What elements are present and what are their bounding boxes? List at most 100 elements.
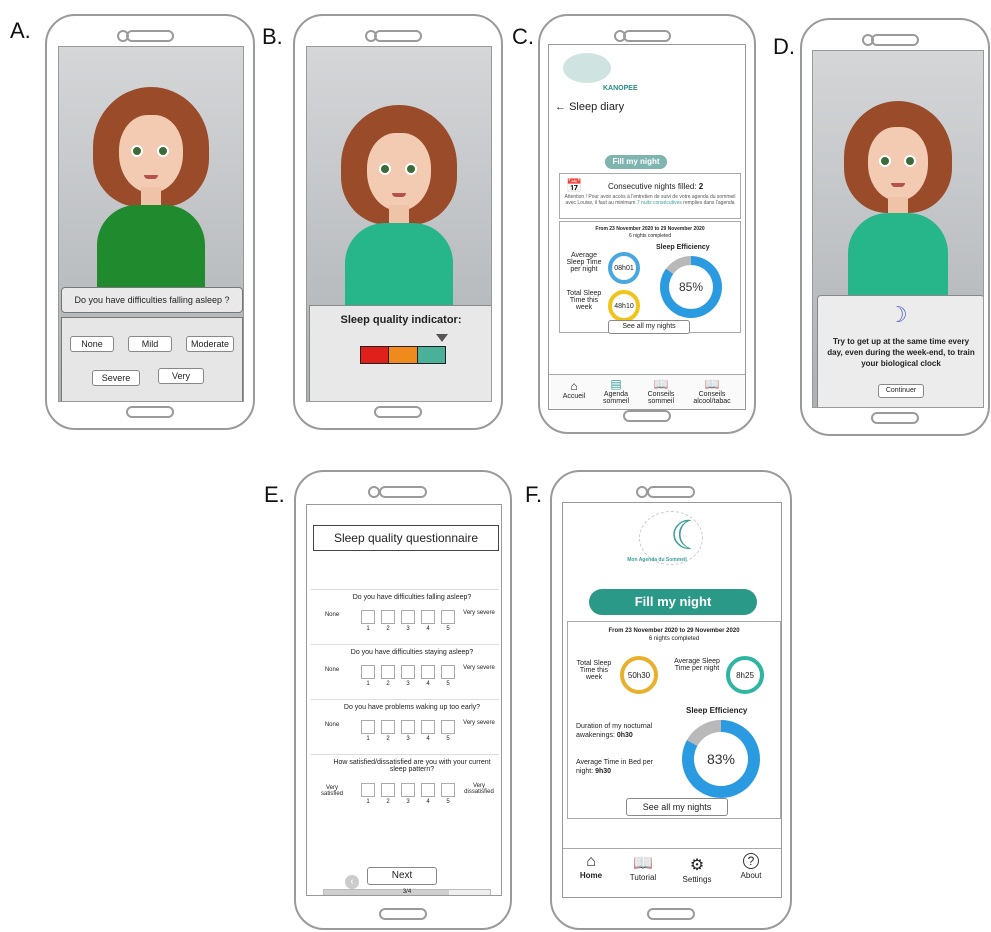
scale-number: 2 xyxy=(386,799,390,805)
screen-f: ☾ Mon Agenda du Sommeil Fill my night Fr… xyxy=(562,502,782,898)
scale-option-box[interactable] xyxy=(401,783,415,797)
book-icon: 📖 xyxy=(653,377,669,391)
option-none-button[interactable]: None xyxy=(70,336,114,352)
see-all-nights-button[interactable]: See all my nights xyxy=(608,320,690,334)
indicator-title: Sleep quality indicator: xyxy=(340,314,462,326)
scale-option-box[interactable] xyxy=(441,665,455,679)
panel-label-f: F. xyxy=(525,482,543,507)
time-in-bed-text: Average Time in Bed per night: 9h30 xyxy=(576,759,653,775)
nav-agenda[interactable]: ▤ Agenda sommeil xyxy=(597,377,635,405)
calendar-icon: ▤ xyxy=(610,377,622,391)
scale-number: 5 xyxy=(446,736,450,742)
avg-label: Average Sleep Time per night xyxy=(674,658,720,672)
scale-option-box[interactable] xyxy=(361,610,375,624)
fill-night-button[interactable]: Fill my night xyxy=(605,155,667,169)
question-block: Do you have difficulties falling asleep?… xyxy=(311,589,499,644)
scale-right-label: Very dissatisfied xyxy=(464,783,494,795)
answer-area: None Mild Moderate Severe Very xyxy=(61,317,243,401)
phone-d: ☽ Try to get up at the same time every d… xyxy=(800,18,990,436)
question-block: Do you have problems waking up too early… xyxy=(311,699,499,754)
kanopee-logo xyxy=(563,53,611,83)
scale-option-box[interactable] xyxy=(441,783,455,797)
back-arrow-icon[interactable]: ← xyxy=(555,101,566,113)
scale-number: 2 xyxy=(386,736,390,742)
question-block: How satisfied/dissatisfied are you with … xyxy=(311,754,499,817)
efficiency-ring: 83% xyxy=(682,720,760,798)
fill-night-button[interactable]: Fill my night xyxy=(589,589,757,615)
total-label: Total Sleep Time this week xyxy=(576,660,612,681)
option-very-button[interactable]: Very xyxy=(158,368,204,384)
date-range: From 23 November 2020 to 29 November 202… xyxy=(595,226,705,232)
option-moderate-button[interactable]: Moderate xyxy=(186,336,234,352)
question-text: Do you have difficulties falling asleep? xyxy=(352,594,472,601)
screen-e: Sleep quality questionnaire Do you have … xyxy=(306,504,502,896)
attention-note: Attention ! Pour avoir accès à l'entreti… xyxy=(564,194,736,206)
question-text: How satisfied/dissatisfied are you with … xyxy=(333,759,491,773)
scale-option-box[interactable] xyxy=(441,720,455,734)
book-icon: 📖 xyxy=(704,377,720,391)
nav-conseils-sommeil[interactable]: 📖 Conseils sommeil xyxy=(641,377,681,405)
nav-settings[interactable]: ⚙ Settings xyxy=(675,855,719,884)
scale-option-box[interactable] xyxy=(381,720,395,734)
indicator-segment xyxy=(361,347,389,363)
panel-label-d: D. xyxy=(773,34,795,59)
nav-conseils-alcool[interactable]: 📖 Conseils alcool/tabac xyxy=(687,377,737,405)
next-button[interactable]: Next xyxy=(367,867,437,885)
phone-c: KANOPEE ← Sleep diary Fill my night 📅 Co… xyxy=(538,14,756,434)
scale-option-box[interactable] xyxy=(381,783,395,797)
question-text: Do you have problems waking up too early… xyxy=(343,704,481,711)
scale-left-label: Very satisfied xyxy=(320,785,343,797)
scale-option-box[interactable] xyxy=(441,610,455,624)
previous-arrow-icon[interactable]: ‹ xyxy=(345,875,359,889)
phone-a: Do you have difficulties falling asleep … xyxy=(45,14,255,430)
screen-a: Do you have difficulties falling asleep … xyxy=(58,46,244,402)
scale-option-box[interactable] xyxy=(401,665,415,679)
scale-option-box[interactable] xyxy=(361,665,375,679)
scale-number: 4 xyxy=(426,681,430,687)
scale-number: 3 xyxy=(406,736,410,742)
see-all-nights-button[interactable]: See all my nights xyxy=(626,798,728,816)
avg-label: Average Sleep Time per night xyxy=(566,252,602,273)
scale-option-box[interactable] xyxy=(421,783,435,797)
option-mild-button[interactable]: Mild xyxy=(128,336,172,352)
scale-number: 1 xyxy=(366,681,370,687)
option-severe-button[interactable]: Severe xyxy=(92,370,140,386)
tip-text: Try to get up at the same time every day… xyxy=(827,337,975,368)
scale-right-label: Very severe xyxy=(463,610,495,616)
scale-option-box[interactable] xyxy=(401,610,415,624)
bottom-nav: ⌂ Home 📖 Tutorial ⚙ Settings ? About xyxy=(563,848,781,897)
screen-c: KANOPEE ← Sleep diary Fill my night 📅 Co… xyxy=(548,44,746,410)
book-icon: 📖 xyxy=(633,855,653,872)
scale-number: 4 xyxy=(426,626,430,632)
nav-about[interactable]: ? About xyxy=(729,853,773,880)
scale-number: 5 xyxy=(446,681,450,687)
scale-right-label: Very severe xyxy=(463,720,495,726)
scale-left-label: None xyxy=(324,722,340,728)
scale-option-box[interactable] xyxy=(421,665,435,679)
scale-number: 1 xyxy=(366,626,370,632)
nav-tutorial[interactable]: 📖 Tutorial xyxy=(621,853,665,882)
total-sleep-ring: 50h30 xyxy=(620,656,658,694)
calendar-icon: 📅 xyxy=(566,178,583,193)
indicator-segment xyxy=(388,347,417,363)
nav-home[interactable]: ⌂ Home xyxy=(571,853,611,880)
scale-option-box[interactable] xyxy=(421,720,435,734)
scale-number: 2 xyxy=(386,626,390,632)
nav-accueil[interactable]: ⌂ Accueil xyxy=(557,379,591,400)
scale-option-box[interactable] xyxy=(381,610,395,624)
back-title[interactable]: ← Sleep diary xyxy=(555,101,624,113)
scale-option-box[interactable] xyxy=(381,665,395,679)
continue-button[interactable]: Continuer xyxy=(878,384,924,398)
scale-option-box[interactable] xyxy=(421,610,435,624)
scale-option-box[interactable] xyxy=(401,720,415,734)
indicator-card: Sleep quality indicator: xyxy=(309,305,491,401)
scale-option-box[interactable] xyxy=(361,720,375,734)
efficiency-label: Sleep Efficiency xyxy=(656,244,710,251)
efficiency-ring: 85% xyxy=(660,256,722,318)
question-bubble: Do you have difficulties falling asleep … xyxy=(61,287,243,313)
scale-option-box[interactable] xyxy=(361,783,375,797)
sleep-quality-bar xyxy=(360,346,446,364)
scale-number: 5 xyxy=(446,626,450,632)
scale-right-label: Very severe xyxy=(463,665,495,671)
total-sleep-ring: 48h10 xyxy=(608,290,640,322)
